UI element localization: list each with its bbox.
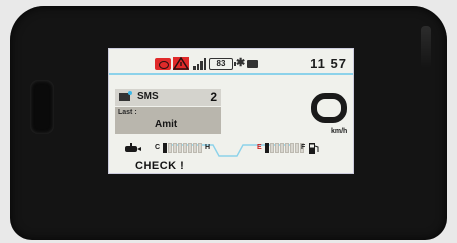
sms-panel[interactable]: SMS 2 Last : Amit [115, 89, 221, 134]
check-message: CHECK ! [135, 160, 185, 172]
fuel-gauge-segment [295, 143, 299, 153]
new-message-dot-icon [128, 91, 132, 95]
instrument-screen: 83 ✱ 11 57 SMS 2 Last : Amit km/h C H E … [108, 48, 354, 174]
fuel-gauge-segment [265, 143, 269, 153]
bezel-highlight [421, 26, 431, 68]
gauge-row: C H E F [109, 141, 353, 157]
fuel-gauge-segment [285, 143, 289, 153]
fuel-gauge-segment [280, 143, 284, 153]
sms-count: 2 [210, 90, 217, 104]
engine-warning-icon [155, 58, 171, 70]
bluetooth-icon: ✱ [236, 57, 246, 69]
fuel-gauge-segment [290, 143, 294, 153]
sms-label: SMS [137, 91, 159, 102]
battery-icon: 83 [209, 58, 236, 70]
temperature-gauge-segment [188, 143, 192, 153]
temperature-gauge-segment [168, 143, 172, 153]
status-bar: 83 ✱ 11 57 [109, 49, 353, 75]
temperature-gauge [163, 143, 202, 153]
speed-unit: km/h [331, 128, 348, 135]
fuel-gauge [265, 143, 304, 153]
temperature-gauge-segment [198, 143, 202, 153]
side-button[interactable] [30, 80, 54, 134]
signal-strength-icon [193, 58, 207, 70]
fuel-empty-label: E [257, 144, 262, 151]
clock-time: 11 57 [310, 56, 347, 71]
sms-header: SMS 2 [115, 89, 221, 106]
temperature-gauge-segment [193, 143, 197, 153]
temperature-gauge-segment [173, 143, 177, 153]
temperature-gauge-segment [163, 143, 167, 153]
last-sender-name: Amit [155, 119, 178, 130]
sms-last-sender: Last : Amit [115, 107, 221, 134]
fuel-gauge-segment [270, 143, 274, 153]
status-divider [109, 73, 353, 75]
coolant-temperature-icon [125, 143, 141, 152]
fuel-gauge-segment [275, 143, 279, 153]
fuel-full-label: F [301, 144, 306, 151]
speed-readout [311, 93, 347, 123]
temperature-gauge-segment [183, 143, 187, 153]
fuel-pump-icon [309, 143, 319, 154]
temp-low-label: C [155, 144, 161, 151]
temp-high-label: H [205, 144, 211, 151]
mail-icon [247, 60, 258, 68]
warning-triangle-icon [173, 57, 189, 70]
temperature-gauge-segment [178, 143, 182, 153]
last-label: Last : [118, 109, 137, 116]
